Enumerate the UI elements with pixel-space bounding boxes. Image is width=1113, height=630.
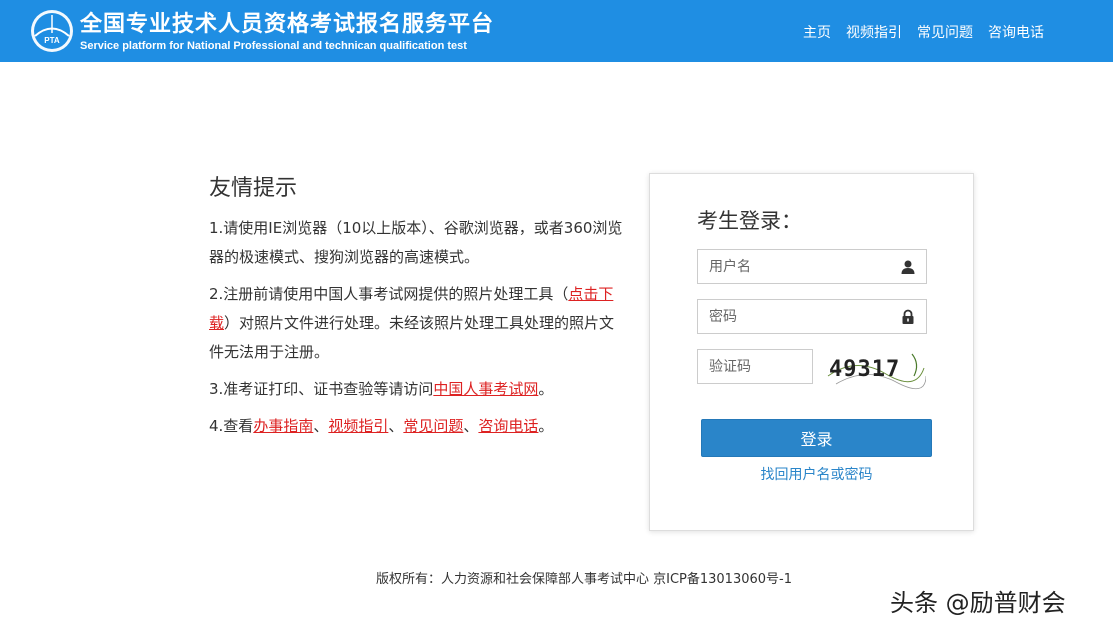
contact-phone-link[interactable]: 咨询电话 — [478, 417, 538, 435]
tip-browser: 1.请使用IE浏览器（10以上版本）、谷歌浏览器，或者360浏览器的极速模式、搜… — [209, 219, 623, 266]
tip4-text-before: 4.查看 — [209, 417, 254, 435]
nav-video-guide[interactable]: 视频指引 — [846, 22, 902, 42]
captcha-field — [697, 349, 813, 384]
tip3-text-after: 。 — [538, 380, 554, 398]
password-input[interactable] — [698, 300, 926, 333]
tips-panel: 友情提示 1.请使用IE浏览器（10以上版本）、谷歌浏览器，或者360浏览器的极… — [209, 170, 629, 449]
captcha-input[interactable] — [698, 350, 812, 383]
tip4-text-after: 。 — [538, 417, 554, 435]
password-field — [697, 299, 927, 334]
tip2-text-before: 2.注册前请使用中国人事考试网提供的照片处理工具（ — [209, 285, 569, 303]
pta-logo-icon: PTA — [31, 10, 73, 52]
logo-text: PTA — [44, 36, 60, 45]
tip3-text-before: 3.准考证打印、证书查验等请访问 — [209, 380, 434, 398]
faq-link[interactable]: 常见问题 — [403, 417, 463, 435]
username-input[interactable] — [698, 250, 926, 283]
header-bar: PTA 全国专业技术人员资格考试报名服务平台 Service platform … — [0, 0, 1113, 62]
tip4-separator: 、 — [313, 417, 329, 435]
login-panel: 考生登录： 49317 登录 找回用户名或密码 — [649, 173, 974, 531]
cpta-link[interactable]: 中国人事考试网 — [433, 380, 538, 398]
top-nav: 主页 视频指引 常见问题 咨询电话 — [803, 22, 1044, 42]
video-guide-link[interactable]: 视频指引 — [328, 417, 388, 435]
nav-faq[interactable]: 常见问题 — [917, 22, 973, 42]
tip4-separator: 、 — [388, 417, 404, 435]
user-icon — [901, 260, 915, 274]
nav-contact-phone[interactable]: 咨询电话 — [988, 22, 1044, 42]
tip2-text-after: ）对照片文件进行处理。未经该照片处理工具处理的照片文件无法用于注册。 — [209, 314, 615, 361]
site-title: 全国专业技术人员资格考试报名服务平台 — [80, 12, 495, 37]
tip-more-info: 4.查看办事指南、视频指引、常见问题、咨询电话。 — [209, 412, 629, 441]
login-title: 考生登录： — [697, 209, 802, 233]
tip-photo-tool: 2.注册前请使用中国人事考试网提供的照片处理工具（点击下载）对照片文件进行处理。… — [209, 280, 629, 367]
tip4-separator: 、 — [463, 417, 479, 435]
captcha-image[interactable]: 49317 — [826, 346, 926, 390]
guide-link[interactable]: 办事指南 — [253, 417, 313, 435]
forgot-credentials-link[interactable]: 找回用户名或密码 — [650, 464, 983, 484]
tip-admission-ticket: 3.准考证打印、证书查验等请访问中国人事考试网。 — [209, 375, 629, 404]
login-button[interactable]: 登录 — [701, 419, 932, 457]
nav-home[interactable]: 主页 — [803, 22, 831, 42]
lock-icon — [902, 309, 914, 324]
watermark-text: 头条 @励普财会 — [890, 589, 1066, 617]
site-subtitle: Service platform for National Profession… — [80, 40, 467, 52]
captcha-text: 49317 — [829, 357, 900, 382]
username-field — [697, 249, 927, 284]
tips-title: 友情提示 — [209, 176, 298, 201]
